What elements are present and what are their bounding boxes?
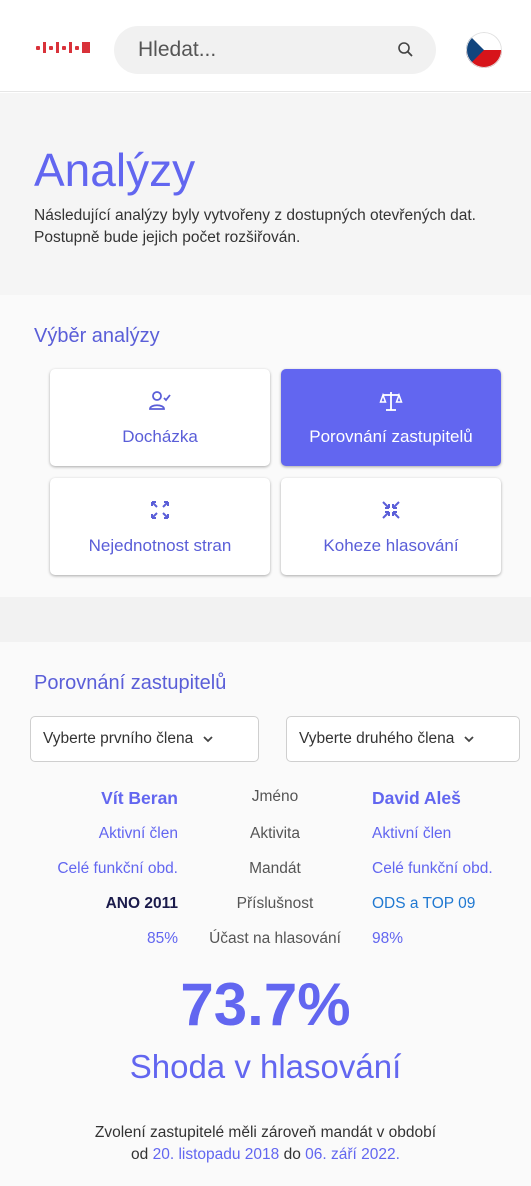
row-label: Mandát bbox=[249, 860, 301, 877]
card-attendance[interactable]: Docházka bbox=[50, 369, 270, 466]
first-member-select[interactable]: Vyberte prvního člena bbox=[30, 716, 259, 762]
site-logo[interactable] bbox=[36, 42, 90, 53]
intro-section: Analýzy Následující analýzy byly vytvoře… bbox=[0, 93, 531, 295]
scales-icon bbox=[379, 391, 403, 411]
comparison-row-name: Vít Beran Jméno David Aleš bbox=[0, 788, 531, 812]
language-flag-icon[interactable] bbox=[466, 32, 502, 68]
first-member-activity: Aktivní člen bbox=[98, 825, 178, 842]
chevron-down-icon bbox=[464, 736, 475, 743]
card-party-disunity[interactable]: Nejednotnost stran bbox=[50, 478, 270, 575]
card-label: Nejednotnost stran bbox=[88, 535, 232, 555]
expand-arrows-icon bbox=[151, 500, 169, 519]
card-voting-cohesion[interactable]: Koheze hlasování bbox=[281, 478, 501, 575]
comparison-row-activity: Aktivní člen Aktivita Aktivní člen bbox=[0, 825, 531, 849]
analysis-selection-section: Výběr analýzy Docházka Porovnání zastupi… bbox=[0, 295, 531, 597]
second-member-party: ODS a TOP 09 bbox=[372, 895, 476, 912]
page-title: Analýzy bbox=[34, 144, 196, 196]
row-label: Aktivita bbox=[250, 825, 300, 842]
second-member-select[interactable]: Vyberte druhého člena bbox=[286, 716, 520, 762]
card-label: Koheze hlasování bbox=[323, 535, 459, 555]
note-from-date: 20. listopadu 2018 bbox=[152, 1146, 280, 1163]
first-member-party: ANO 2011 bbox=[105, 895, 178, 912]
app-header: Hledat... bbox=[0, 0, 531, 92]
mandate-overlap-note: Zvolení zastupitelé měli zároveň mandát … bbox=[0, 1122, 531, 1166]
note-from-prefix: od bbox=[131, 1146, 149, 1163]
note-dates: od 20. listopadu 2018 do 06. září 2022. bbox=[0, 1144, 531, 1166]
first-member-select-label: Vyberte prvního člena bbox=[43, 730, 194, 747]
comparison-row-party: ANO 2011 Příslušnost ODS a TOP 09 bbox=[0, 895, 531, 919]
search-input[interactable]: Hledat... bbox=[114, 26, 436, 74]
note-line: Zvolení zastupitelé měli zároveň mandát … bbox=[94, 1124, 437, 1141]
row-label: Příslušnost bbox=[236, 895, 314, 912]
section-divider bbox=[0, 597, 531, 642]
collapse-arrows-icon bbox=[382, 500, 400, 519]
second-member-mandate: Celé funkční obd. bbox=[372, 860, 493, 877]
comparison-row-mandate: Celé funkční obd. Mandát Celé funkční ob… bbox=[0, 860, 531, 884]
card-compare-representatives[interactable]: Porovnání zastupitelů bbox=[281, 369, 501, 466]
second-member-select-label: Vyberte druhého člena bbox=[299, 730, 455, 747]
selection-title: Výběr analýzy bbox=[34, 325, 160, 347]
comparison-row-participation: 85% Účast na hlasování 98% bbox=[0, 930, 531, 954]
search-placeholder: Hledat... bbox=[138, 38, 217, 61]
agreement-label: Shoda v hlasování bbox=[129, 1048, 402, 1085]
second-member-participation: 98% bbox=[372, 930, 404, 947]
first-member-mandate: Celé funkční obd. bbox=[57, 860, 178, 877]
comparison-title: Porovnání zastupitelů bbox=[34, 672, 227, 694]
first-member-participation: 85% bbox=[146, 930, 178, 947]
second-member-activity: Aktivní člen bbox=[372, 825, 452, 842]
row-label: Účast na hlasování bbox=[209, 930, 341, 947]
person-check-icon bbox=[149, 390, 171, 410]
search-icon[interactable] bbox=[396, 40, 416, 60]
note-to-date: 06. září 2022. bbox=[305, 1146, 400, 1163]
chevron-down-icon bbox=[203, 736, 213, 743]
card-label: Porovnání zastupitelů bbox=[309, 426, 473, 446]
second-member-name[interactable]: David Aleš bbox=[372, 788, 461, 809]
note-to-prefix: do bbox=[283, 1146, 301, 1163]
agreement-value: 73.7% bbox=[180, 971, 351, 1038]
row-label: Jméno bbox=[251, 788, 299, 805]
first-member-name[interactable]: Vít Beran bbox=[101, 788, 178, 809]
card-label: Docházka bbox=[122, 426, 198, 446]
page-description: Následující analýzy byly vytvořeny z dos… bbox=[34, 207, 476, 246]
